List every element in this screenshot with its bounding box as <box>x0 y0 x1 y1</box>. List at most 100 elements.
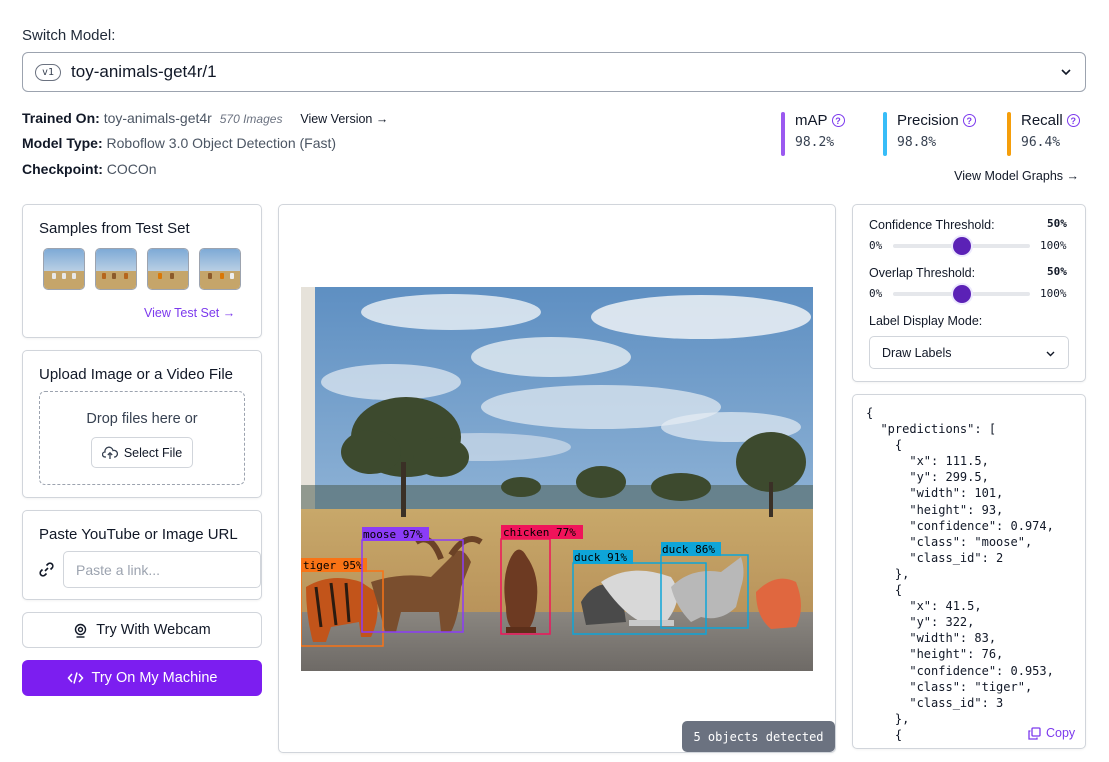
json-line: "predictions": [ <box>866 422 997 437</box>
detection-label: tiger 95% <box>303 559 363 572</box>
detection-label: moose 97% <box>363 528 423 541</box>
sample-thumbnail[interactable] <box>43 248 85 290</box>
trained-on-row: Trained On: toy-animals-get4r 570 Images… <box>22 110 388 126</box>
bounding-box <box>572 562 707 635</box>
json-line: "class_id": 3 <box>866 695 1004 710</box>
metric-name: Precision <box>897 112 959 129</box>
code-icon <box>67 672 84 684</box>
bounding-box <box>660 554 749 629</box>
json-line: "x": 111.5, <box>866 454 989 469</box>
json-line: "width": 101, <box>866 486 1004 501</box>
json-line: "y": 322, <box>866 615 975 630</box>
json-line: }, <box>866 566 910 581</box>
detection-tiger: tiger 95% <box>301 558 384 647</box>
json-line: { <box>866 438 903 453</box>
bounding-box <box>500 538 551 635</box>
detection-moose: moose 97% <box>361 527 464 633</box>
overlap-value: 50% <box>1047 265 1067 278</box>
sample-thumbnail[interactable] <box>95 248 137 290</box>
checkpoint-label: Checkpoint: <box>22 161 103 177</box>
json-line: "class": "tiger", <box>866 679 1033 694</box>
json-line: "confidence": 0.953, <box>866 663 1054 678</box>
copy-label: Copy <box>1046 726 1076 740</box>
label-mode-label: Label Display Mode: <box>869 314 983 328</box>
overlap-label: Overlap Threshold: <box>869 266 976 280</box>
version-badge: v1 <box>35 63 62 81</box>
images-count: 570 Images <box>219 112 283 126</box>
json-line: "confidence": 0.974, <box>866 518 1054 533</box>
link-icon <box>39 562 54 577</box>
metric-recall: Recall? 96.4% <box>1007 112 1080 156</box>
json-line: "class_id": 2 <box>866 550 1004 565</box>
json-line: }, <box>866 711 910 726</box>
view-version-link[interactable]: View Version → <box>300 112 388 126</box>
metric-name: Recall <box>1021 112 1063 129</box>
json-line: "x": 41.5, <box>866 599 982 614</box>
metric-name: mAP <box>795 112 828 129</box>
upload-title: Upload Image or a Video File <box>39 366 234 383</box>
json-line: "width": 83, <box>866 631 997 646</box>
chevron-down-icon <box>1046 351 1055 357</box>
json-line: "y": 299.5, <box>866 470 989 485</box>
detection-overlay: tiger 95% moose 97% chicken 77% duck 91%… <box>301 525 749 647</box>
json-line: "height": 93, <box>866 502 1004 517</box>
copy-icon <box>1028 726 1041 740</box>
try-webcam-button[interactable]: Try With Webcam <box>22 612 262 648</box>
sample-thumbnail[interactable] <box>147 248 189 290</box>
detection-label: chicken 77% <box>503 526 576 539</box>
drop-text: Drop files here or <box>86 411 198 427</box>
metric-precision: Precision? 98.8% <box>883 112 976 156</box>
select-file-label: Select File <box>123 445 183 460</box>
copy-button[interactable]: Copy <box>1024 726 1076 740</box>
metric-value: 98.8% <box>897 135 937 150</box>
trained-on-value: toy-animals-get4r <box>103 110 212 126</box>
webcam-label: Try With Webcam <box>96 622 211 638</box>
detection-chicken: chicken 77% <box>500 525 583 635</box>
sample-thumbnail[interactable] <box>199 248 241 290</box>
detection-label: duck 86% <box>662 543 715 556</box>
confidence-label: Confidence Threshold: <box>869 218 995 232</box>
help-icon[interactable]: ? <box>1066 114 1080 127</box>
confidence-slider-handle[interactable] <box>953 237 971 255</box>
select-file-button[interactable]: Select File <box>91 437 193 468</box>
inference-image: tiger 95% moose 97% chicken 77% duck 91%… <box>301 287 813 671</box>
bounding-box <box>301 570 384 647</box>
trained-on-label: Trained On: <box>22 110 100 126</box>
metric-bar <box>1007 112 1011 156</box>
metric-value: 98.2% <box>795 135 835 150</box>
webcam-icon <box>75 623 87 638</box>
overlap-slider-handle[interactable] <box>953 285 971 303</box>
checkpoint-value: COCOn <box>106 161 157 177</box>
switch-model-label: Switch Model: <box>22 27 116 44</box>
help-icon[interactable]: ? <box>962 114 976 127</box>
metric-bar <box>781 112 785 156</box>
cloud-upload-icon <box>101 446 118 459</box>
objects-detected-badge: 5 objects detected <box>682 721 835 752</box>
view-test-set-link[interactable]: View Test Set → <box>144 306 235 320</box>
json-line: "height": 76, <box>866 647 1004 662</box>
confidence-min: 0% <box>869 239 883 252</box>
view-model-graphs-link[interactable]: View Model Graphs → <box>954 169 1079 183</box>
chevron-down-icon <box>1061 69 1071 76</box>
metric-map: mAP? 98.2% <box>781 112 845 156</box>
model-type-label: Model Type: <box>22 135 103 151</box>
detection-label: duck 91% <box>574 551 627 564</box>
confidence-value: 50% <box>1047 217 1067 230</box>
detection-duck-2: duck 86% <box>660 542 749 629</box>
checkpoint-row: Checkpoint: COCOn <box>22 161 157 177</box>
help-icon[interactable]: ? <box>831 114 845 127</box>
label-mode-select[interactable]: Draw Labels <box>869 336 1069 369</box>
model-type-value: Roboflow 3.0 Object Detection (Fast) <box>106 135 337 151</box>
try-on-machine-button[interactable]: Try On My Machine <box>22 660 262 696</box>
bounding-box <box>361 539 464 633</box>
machine-label: Try On My Machine <box>91 670 218 686</box>
json-output: { "predictions": [ { "x": 111.5, "y": 29… <box>866 405 1054 743</box>
url-input[interactable]: Paste a link... <box>63 551 261 588</box>
metric-bar <box>883 112 887 156</box>
model-select[interactable]: v1 toy-animals-get4r/1 <box>22 52 1086 92</box>
json-line: { <box>866 583 903 598</box>
detection-duck-1: duck 91% <box>572 550 707 635</box>
confidence-max: 100% <box>1040 239 1067 252</box>
json-line: { <box>866 406 874 420</box>
model-name: toy-animals-get4r/1 <box>71 62 217 81</box>
